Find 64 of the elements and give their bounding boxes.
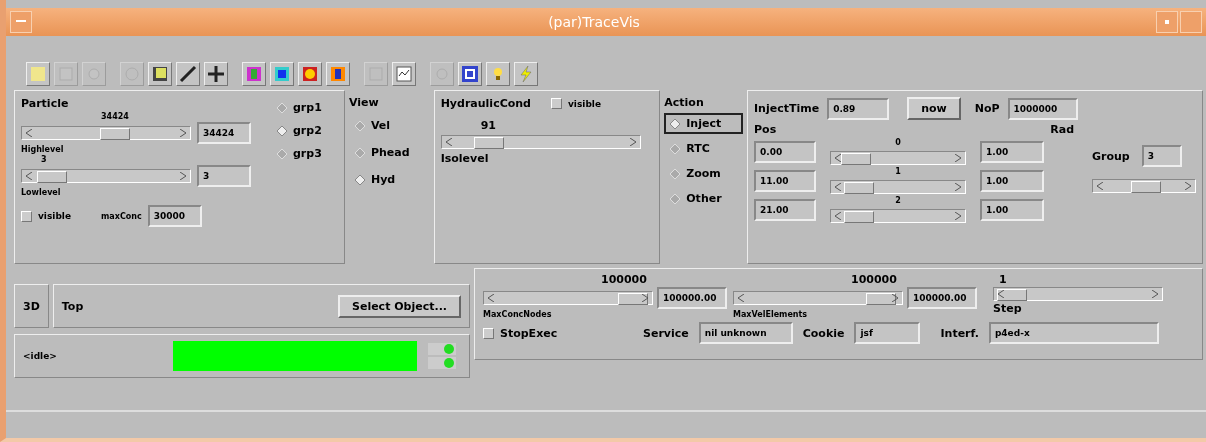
input-field[interactable]: 1.00 xyxy=(980,198,1044,221)
field-label: Rad xyxy=(1050,123,1074,136)
field-label: Pos xyxy=(754,123,777,136)
window-title: (par)TraceVis xyxy=(548,14,640,30)
input-field[interactable]: 100000.00 xyxy=(907,287,977,309)
stop-exec-checkbox[interactable]: StopExec xyxy=(483,326,633,340)
radio-button[interactable]: Hyd xyxy=(348,169,430,190)
input-field[interactable]: 0.00 xyxy=(754,140,816,163)
slider-reading: 1 xyxy=(999,273,1008,286)
input-field[interactable]: 21.00 xyxy=(754,198,816,221)
input-field[interactable]: jsf xyxy=(854,322,921,344)
input-field[interactable]: 3 xyxy=(197,165,251,187)
slider-reading: 91 xyxy=(480,119,497,132)
input-field[interactable]: 34424 xyxy=(197,122,251,144)
radio-button[interactable]: grp2 xyxy=(271,120,328,141)
field-label: maxConc xyxy=(101,211,142,221)
slider-reading: 100000 xyxy=(601,273,648,286)
radio-button[interactable]: Vel xyxy=(348,115,430,136)
slider-label: MaxVelElements xyxy=(733,310,809,319)
panel-title: Particle xyxy=(21,97,70,110)
input-field[interactable]: 1.00 xyxy=(980,169,1044,192)
input-field[interactable]: 1000000 xyxy=(1007,97,1078,120)
status-text: <idle> xyxy=(23,351,58,361)
input-field[interactable]: p4ed-x xyxy=(988,322,1159,344)
radio-button[interactable]: Inject xyxy=(664,113,743,134)
input-field[interactable]: nil unknown xyxy=(698,322,793,344)
field-label: Service xyxy=(643,326,689,340)
input-field[interactable]: 1.00 xyxy=(980,140,1044,163)
radio-button[interactable]: RTC xyxy=(664,138,743,159)
slider-reading: 2 xyxy=(895,196,901,205)
slider-label: Highlevel xyxy=(21,145,64,154)
field-label: Interf. xyxy=(940,326,979,340)
slider-label: Isolevel xyxy=(440,152,490,165)
radio-button[interactable]: Other xyxy=(664,188,743,209)
group-title: Action xyxy=(664,96,705,109)
slider-label: Step xyxy=(993,302,1023,315)
field-label: Cookie xyxy=(802,326,845,340)
slider-reading: 0 xyxy=(895,138,901,147)
slider-reading: 34424 xyxy=(101,112,129,121)
view-label: Top xyxy=(61,299,84,313)
radio-button[interactable]: Zoom xyxy=(664,163,743,184)
group-title: View xyxy=(348,96,380,109)
dimension-label: 3D xyxy=(14,284,49,328)
input-field[interactable]: 30000 xyxy=(147,205,202,227)
input-field[interactable]: 100000.00 xyxy=(657,287,727,309)
radio-button[interactable]: grp1 xyxy=(271,97,328,118)
now-button[interactable]: now xyxy=(907,97,961,120)
slider-label: MaxConcNodes xyxy=(483,310,553,319)
field-label: Group xyxy=(1092,149,1130,163)
input-field[interactable]: 0.89 xyxy=(827,97,890,120)
field-label: NoP xyxy=(974,102,1000,115)
select-object-button[interactable]: Select Object... xyxy=(338,294,461,318)
field-label: InjectTime xyxy=(754,102,820,115)
radio-button[interactable]: Phead xyxy=(348,142,430,163)
slider-reading: 3 xyxy=(41,155,47,164)
panel-title: HydraulicCond xyxy=(440,97,531,110)
slider-reading: 1 xyxy=(895,167,901,176)
visible-checkbox[interactable]: visible xyxy=(551,98,601,109)
visible-checkbox[interactable]: visible xyxy=(21,210,72,222)
input-field[interactable]: 11.00 xyxy=(754,169,816,192)
radio-button[interactable]: grp3 xyxy=(271,143,328,164)
slider-reading: 100000 xyxy=(851,273,898,286)
slider-label: Lowlevel xyxy=(21,188,61,197)
input-field[interactable]: 3 xyxy=(1141,145,1182,167)
